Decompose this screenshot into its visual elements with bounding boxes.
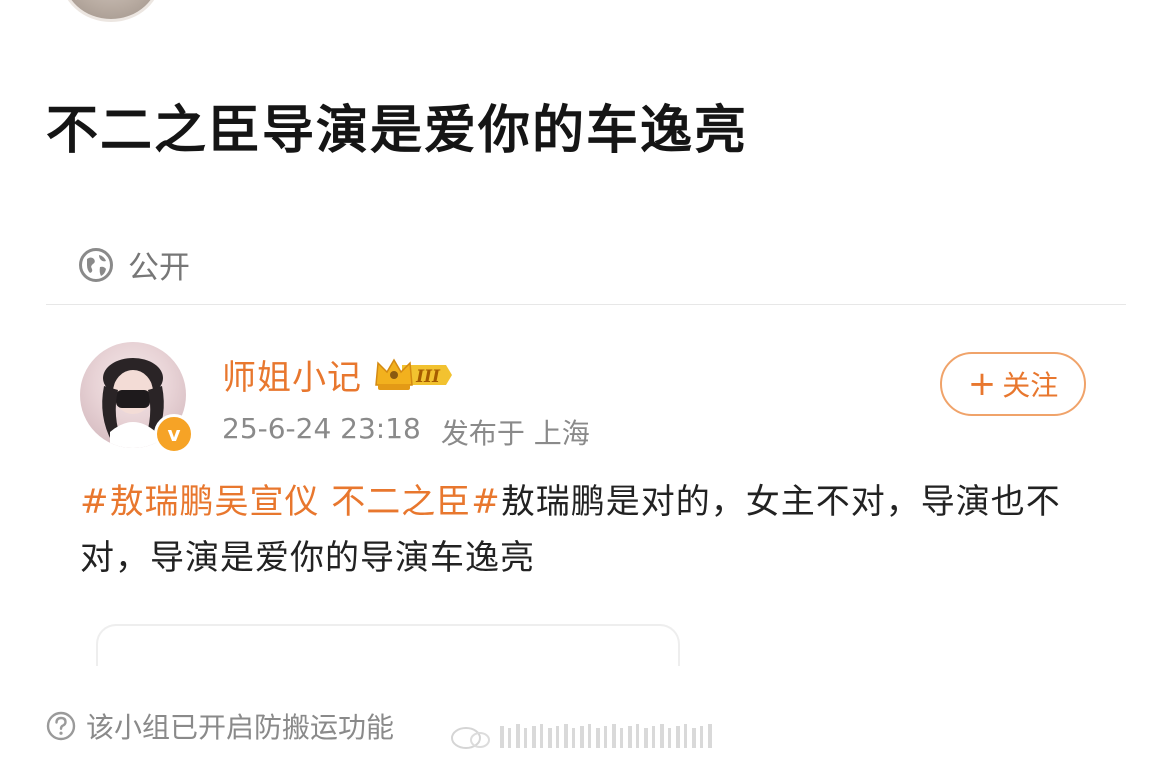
follow-label: 关注 <box>1002 369 1059 402</box>
verified-badge: v <box>154 414 194 454</box>
question-circle-icon <box>46 711 76 741</box>
weibo-location: 发布于 上海 <box>440 417 590 450</box>
anti-repost-text: 该小组已开启防搬运功能 <box>86 711 395 744</box>
post-title: 不二之臣导演是爱你的车逸亮 <box>46 101 749 161</box>
crown-icon[interactable]: III <box>372 355 454 395</box>
visibility-label: 公开 <box>128 250 190 286</box>
globe-icon <box>78 247 114 283</box>
vip-level-text: III <box>415 367 441 387</box>
weibo-meta: 25-6-24 23:18 发布于 上海 <box>222 412 590 452</box>
visibility-indicator: 公开 <box>78 242 190 287</box>
anti-repost-notice: 该小组已开启防搬运功能 <box>46 706 394 746</box>
divider <box>46 304 1126 305</box>
weibo-body: #敖瑞鹏吴宣仪 不二之臣#敖瑞鹏是对的，女主不对，导演也不对，导演是爱你的导演车… <box>80 474 1100 586</box>
embedded-weibo-card[interactable]: v 师姐小记 III 25-6-24 23:18 发布于 上海 + 关注 #敖瑞… <box>46 322 1126 666</box>
weibo-author-name[interactable]: 师姐小记 <box>222 350 362 399</box>
plus-icon: + <box>967 364 997 404</box>
hashtag-link[interactable]: #敖瑞鹏吴宣仪 不二之臣# <box>80 482 501 522</box>
attachment-card-edge <box>96 624 680 666</box>
post-detail-page: 不二之臣导演是爱你的车逸亮 公开 v 师姐小记 III 25-6-24 23:1… <box>0 0 1170 767</box>
follow-button[interactable]: + 关注 <box>940 352 1086 416</box>
author-avatar[interactable] <box>60 0 162 22</box>
weibo-author-row: 师姐小记 III <box>222 350 454 399</box>
watermark-logo <box>450 716 720 756</box>
weibo-timestamp: 25-6-24 23:18 <box>222 412 421 445</box>
